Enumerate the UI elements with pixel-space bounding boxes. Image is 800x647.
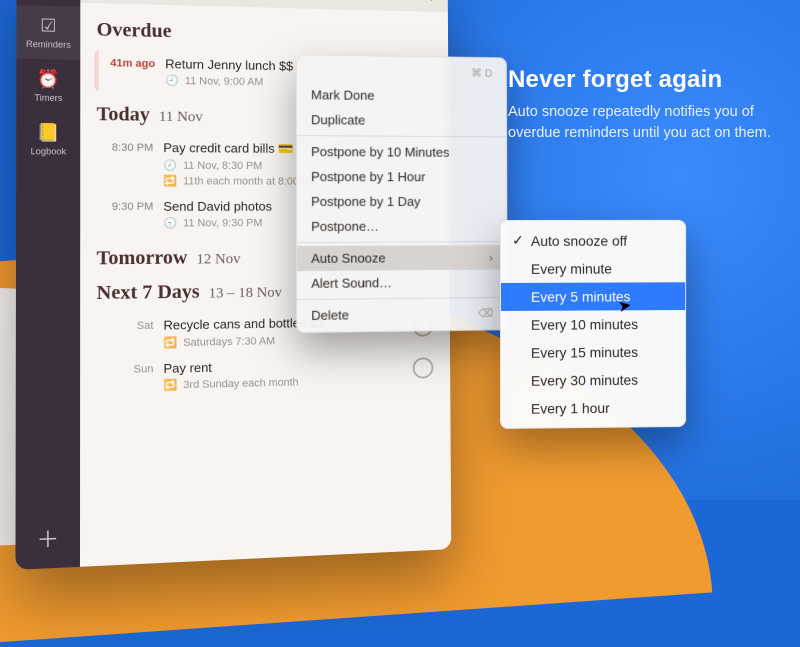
section-title: Today: [97, 103, 150, 125]
submenu-item-1m[interactable]: Every minute: [501, 255, 685, 283]
submenu-label: Every 15 minutes: [531, 344, 638, 361]
submenu-label: Every 10 minutes: [531, 316, 638, 333]
menu-label: Postpone by 10 Minutes: [311, 144, 449, 160]
menu-item-postpone-10m[interactable]: Postpone by 10 Minutes: [297, 139, 506, 165]
book-icon: 📒: [16, 122, 80, 143]
reminder-time: 9:30 PM: [99, 199, 154, 213]
menu-label: Mark Done: [311, 87, 375, 103]
menu-separator: [297, 241, 506, 243]
auto-snooze-submenu: ✓ Auto snooze off Every minute Every 5 m…: [500, 220, 686, 429]
checklist-icon: ☑︎: [16, 15, 80, 37]
menu-item-postpone-1h[interactable]: Postpone by 1 Hour: [297, 164, 506, 189]
menu-separator: [297, 297, 506, 300]
sidebar-item-label: Timers: [34, 93, 62, 103]
menu-separator: [297, 135, 506, 137]
overdue-age: 41m ago: [101, 55, 156, 70]
sidebar: ☑︎ Reminders ⏰ Timers 📒 Logbook ＋: [15, 0, 80, 570]
sidebar-item-timers[interactable]: ⏰ Timers: [16, 59, 80, 113]
menu-label: Alert Sound…: [311, 275, 392, 291]
chevron-down-icon[interactable]: ⌄: [426, 0, 436, 4]
section-subtitle: 13 – 18 Nov: [209, 285, 282, 301]
clock-icon: 🕤: [163, 217, 177, 230]
promo-body: Auto snooze repeatedly notifies you of o…: [508, 102, 778, 144]
reminder-repeat: 3rd Sunday each month: [183, 376, 298, 391]
check-icon: ✓: [511, 232, 525, 249]
menu-item-alert-sound[interactable]: Alert Sound…: [297, 269, 507, 296]
chevron-right-icon: ›: [489, 250, 493, 264]
submenu-label: Every 30 minutes: [531, 372, 638, 389]
section-title: Next 7 Days: [97, 281, 200, 304]
submenu-item-1h[interactable]: Every 1 hour: [501, 393, 685, 423]
menu-label: Delete: [311, 308, 349, 323]
menu-item-mark-done[interactable]: Mark Done: [297, 82, 506, 109]
sidebar-item-reminders[interactable]: ☑︎ Reminders: [16, 5, 80, 60]
sidebar-item-logbook[interactable]: 📒 Logbook: [16, 112, 80, 166]
shortcut-label: ⌘ D: [471, 67, 492, 80]
reminder-datetime: 11 Nov, 9:00 AM: [185, 75, 264, 88]
submenu-item-5m[interactable]: Every 5 minutes: [501, 282, 685, 311]
menu-item-postpone-custom[interactable]: Postpone…: [297, 214, 506, 239]
reminder-day: Sat: [99, 318, 154, 333]
add-button[interactable]: ＋: [36, 522, 59, 555]
clock-icon: 🕗: [163, 159, 177, 172]
submenu-item-off[interactable]: ✓ Auto snooze off: [501, 226, 685, 255]
section-subtitle: 12 Nov: [196, 251, 240, 267]
menu-item-postpone-1d[interactable]: Postpone by 1 Day: [297, 189, 506, 214]
alarm-icon: ⏰: [16, 69, 80, 91]
section-title: Overdue: [97, 19, 172, 42]
section-subtitle: 11 Nov: [159, 109, 203, 125]
reminder-time: 8:30 PM: [99, 140, 154, 154]
submenu-label: Every 1 hour: [531, 400, 610, 417]
section-title: Tomorrow: [97, 247, 188, 269]
repeat-icon: 🔁: [164, 379, 178, 392]
reminder-datetime: 11 Nov, 9:30 PM: [183, 217, 262, 229]
shortcut-label: ⌫: [478, 307, 493, 320]
complete-toggle[interactable]: [413, 357, 434, 378]
submenu-item-15m[interactable]: Every 15 minutes: [501, 338, 685, 367]
menu-item-auto-snooze[interactable]: Auto Snooze ›: [297, 245, 506, 271]
repeat-icon: 🔁: [163, 336, 177, 349]
sidebar-item-label: Logbook: [30, 146, 66, 156]
reminder-repeat: Saturdays 7:30 AM: [183, 335, 275, 348]
menu-label: Auto Snooze: [311, 251, 385, 266]
submenu-item-10m[interactable]: Every 10 minutes: [501, 310, 685, 339]
menu-item-delete[interactable]: Delete ⌫: [297, 301, 507, 328]
menu-shortcut-hint: ⌘ D: [297, 59, 506, 85]
list-item[interactable]: Sun Pay rent 🔁 3rd Sunday each month: [94, 350, 437, 400]
reminder-title: Pay rent: [163, 356, 403, 376]
reminder-day: Sun: [99, 361, 154, 376]
repeat-icon: 🔁: [163, 175, 177, 188]
menu-label: Postpone…: [311, 219, 379, 234]
clock-icon: 🕘: [165, 74, 179, 87]
menu-label: Duplicate: [311, 112, 365, 127]
submenu-label: Every minute: [531, 261, 612, 277]
menu-label: Postpone by 1 Day: [311, 194, 420, 209]
reminder-datetime: 11 Nov, 8:30 PM: [183, 160, 262, 172]
menu-item-duplicate[interactable]: Duplicate: [297, 107, 506, 133]
promo-overlay: Never forget again Auto snooze repeatedl…: [508, 66, 778, 144]
sidebar-item-label: Reminders: [26, 39, 71, 50]
submenu-label: Auto snooze off: [531, 232, 627, 248]
menu-label: Postpone by 1 Hour: [311, 169, 425, 184]
submenu-item-30m[interactable]: Every 30 minutes: [501, 366, 685, 395]
section-overdue: Overdue: [97, 19, 435, 49]
promo-title: Never forget again: [508, 66, 778, 94]
context-menu: ⌘ D Mark Done Duplicate Postpone by 10 M…: [296, 54, 508, 333]
